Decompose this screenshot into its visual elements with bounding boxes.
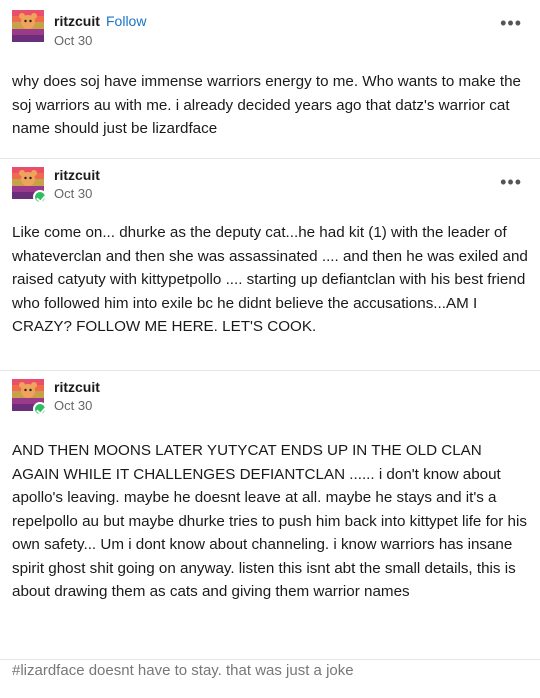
username[interactable]: ritzcuit xyxy=(54,167,100,183)
post-header: ritzcuit Follow Oct 30 ••• xyxy=(0,0,540,50)
follow-check-icon xyxy=(33,402,47,416)
username[interactable]: ritzcuit xyxy=(54,13,100,29)
post-date[interactable]: Oct 30 xyxy=(54,186,92,201)
more-options-icon[interactable]: ••• xyxy=(500,14,522,32)
post-body: why does soj have immense warriors energ… xyxy=(12,73,521,137)
post-tags[interactable]: #lizardface doesnt have to stay. that wa… xyxy=(0,660,540,679)
follow-button[interactable]: Follow xyxy=(106,13,146,29)
post-body: Like come on... dhurke as the deputy cat… xyxy=(12,224,528,335)
post-date[interactable]: Oct 30 xyxy=(54,33,92,48)
post: ritzcuit Oct 30 ••• Like come on... dhur… xyxy=(0,159,540,371)
post-date[interactable]: Oct 30 xyxy=(54,398,92,413)
post-body: AND THEN MOONS LATER YUTYCAT ENDS UP IN … xyxy=(12,442,527,600)
follow-check-icon xyxy=(33,190,47,204)
post: ritzcuit Oct 30 AND THEN MOONS LATER YUT… xyxy=(0,371,540,660)
post-header: ritzcuit Oct 30 xyxy=(0,371,540,421)
avatar-icon[interactable] xyxy=(12,10,44,42)
post-header: ritzcuit Oct 30 ••• xyxy=(0,159,540,209)
more-options-icon[interactable]: ••• xyxy=(500,173,522,191)
username[interactable]: ritzcuit xyxy=(54,379,100,395)
post: ritzcuit Follow Oct 30 ••• why does soj … xyxy=(0,0,540,159)
